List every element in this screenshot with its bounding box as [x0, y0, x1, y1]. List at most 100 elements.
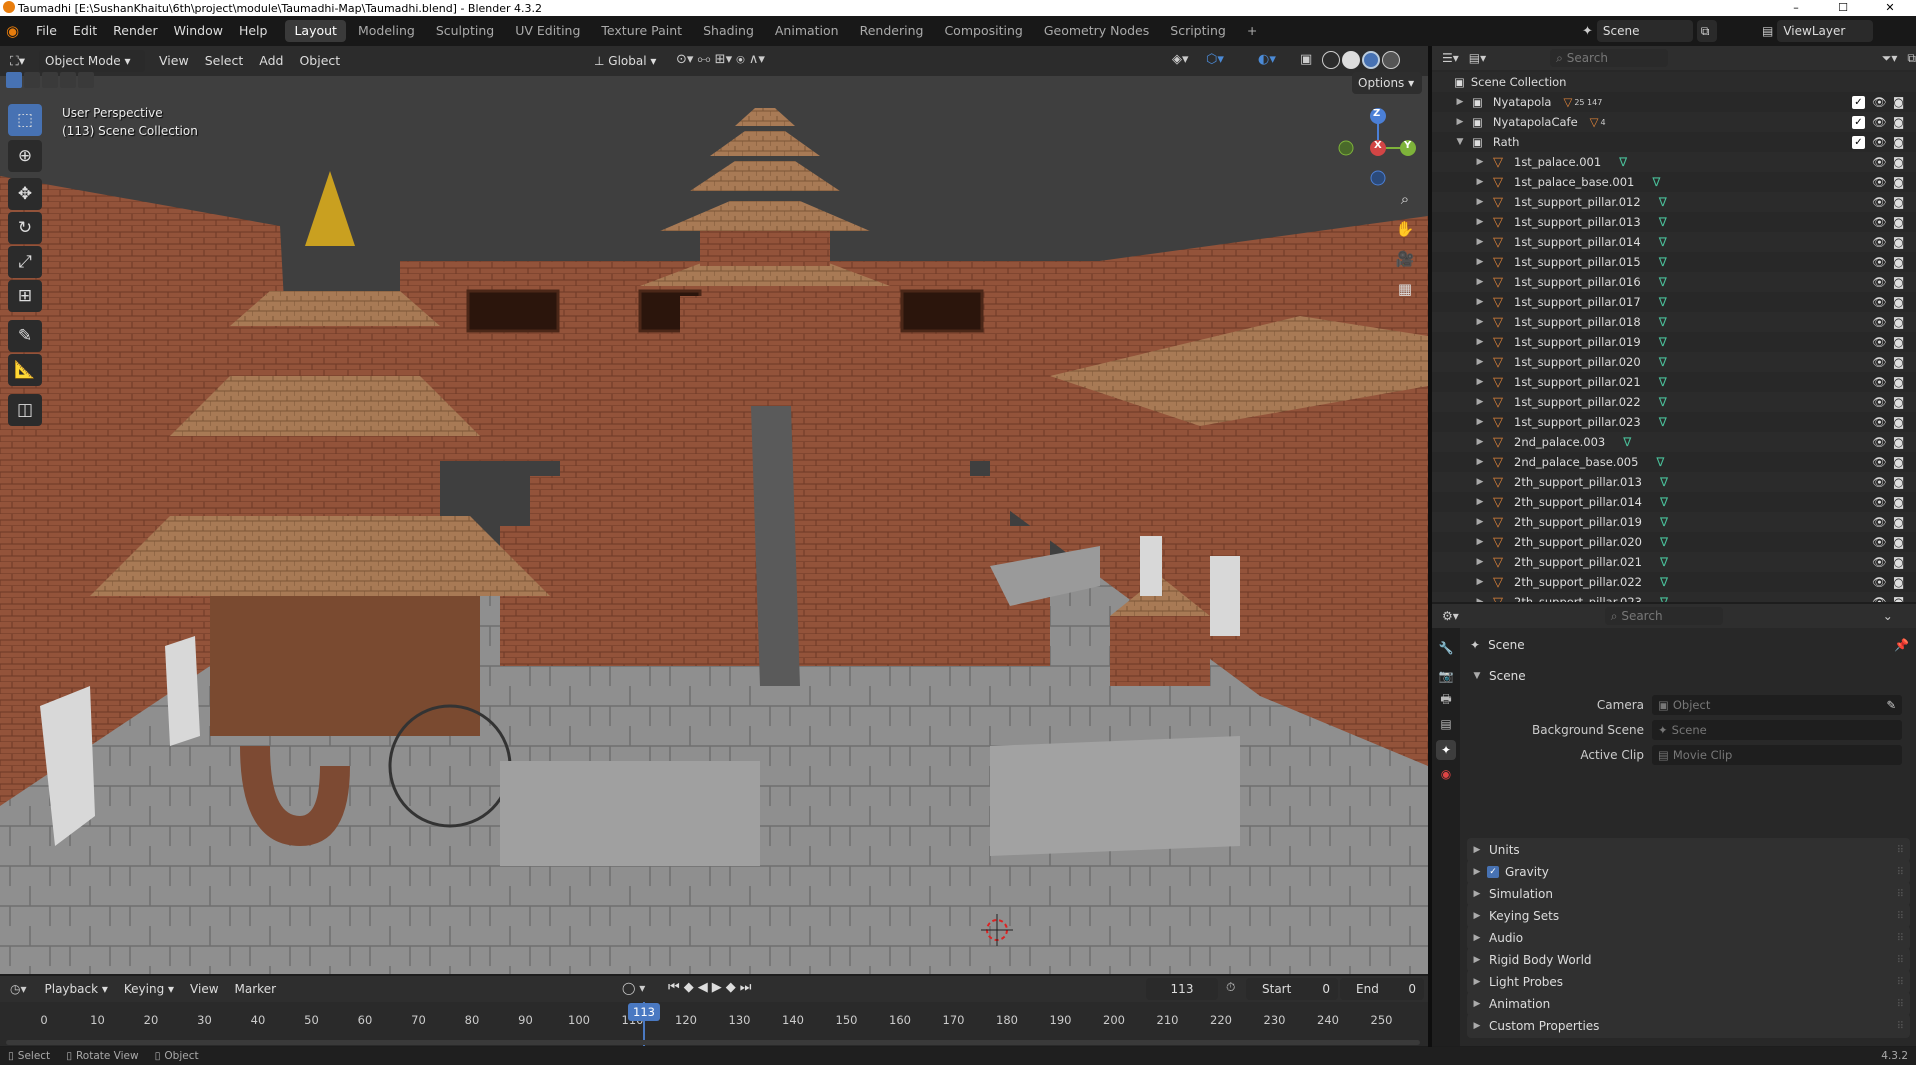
menu-add[interactable]: Add — [251, 46, 291, 76]
camera-icon[interactable]: ◙ — [1893, 575, 1904, 589]
eye-icon[interactable]: 👁 — [1872, 575, 1887, 589]
camera-icon[interactable]: ◙ — [1893, 175, 1904, 189]
tab-layout[interactable]: Layout — [285, 20, 346, 42]
camera-icon[interactable]: ◙ — [1893, 515, 1904, 529]
panel-gravity[interactable]: ▶ ✓ Gravity ⠿ — [1467, 860, 1910, 884]
select-invert-icon[interactable] — [60, 72, 76, 88]
transform-orientation-dropdown[interactable]: ⊥ Global ▾ — [588, 50, 668, 72]
navigation-gizmo[interactable]: Z X Y — [1330, 102, 1420, 192]
outliner-object-row[interactable]: ▶ ▽ 1st_support_pillar.016 ∇ 👁 ◙ — [1432, 272, 1916, 292]
options-chevron-icon[interactable]: ⌄ — [1883, 609, 1893, 623]
outliner-object-row[interactable]: ▶ ▽ 2th_support_pillar.013 ∇ 👁 ◙ — [1432, 472, 1916, 492]
active-clip-field[interactable]: ▤ Movie Clip — [1652, 745, 1902, 765]
outliner-object-row[interactable]: ▶ ▽ 2th_support_pillar.014 ∇ 👁 ◙ — [1432, 492, 1916, 512]
drag-handle-icon[interactable]: ⠿ — [1897, 1021, 1904, 1032]
panel-animation[interactable]: ▶ Animation ⠿ — [1467, 992, 1910, 1016]
eye-icon[interactable]: 👁 — [1872, 315, 1887, 329]
camera-icon[interactable]: ◙ — [1893, 235, 1904, 249]
menu-render[interactable]: Render — [105, 16, 166, 46]
expand-arrow-icon[interactable]: ▶ — [1474, 177, 1486, 187]
solid-shading-icon[interactable] — [1342, 51, 1360, 69]
outliner-object-row[interactable]: ▶ ▽ 1st_support_pillar.012 ∇ 👁 ◙ — [1432, 192, 1916, 212]
render-tab-icon[interactable]: 📷 — [1436, 666, 1456, 686]
outliner-object-row[interactable]: ▶ ▽ 2nd_palace.003 ∇ 👁 ◙ — [1432, 432, 1916, 452]
camera-icon[interactable]: ◙ — [1893, 475, 1904, 489]
exclude-checkbox[interactable]: ✓ — [1852, 135, 1865, 149]
camera-icon[interactable]: ◙ — [1893, 315, 1904, 329]
expand-arrow-icon[interactable]: ▶ — [1474, 257, 1486, 267]
menu-object[interactable]: Object — [291, 46, 348, 76]
outliner-object-row[interactable]: ▶ ▽ 2th_support_pillar.022 ∇ 👁 ◙ — [1432, 572, 1916, 592]
camera-icon[interactable]: ◙ — [1893, 435, 1904, 449]
expand-arrow-icon[interactable]: ▶ — [1474, 577, 1486, 587]
camera-icon[interactable]: ◙ — [1893, 155, 1904, 169]
expand-arrow-icon[interactable]: ▶ — [1474, 277, 1486, 287]
camera-icon[interactable]: ◙ — [1893, 395, 1904, 409]
drag-handle-icon[interactable]: ⠿ — [1897, 999, 1904, 1010]
panel-rigid-body-world[interactable]: ▶ Rigid Body World ⠿ — [1467, 948, 1910, 972]
camera-icon[interactable]: ◙ — [1893, 555, 1904, 569]
outliner-object-row[interactable]: ▶ ▽ 1st_support_pillar.020 ∇ 👁 ◙ — [1432, 352, 1916, 372]
camera-icon[interactable]: ◙ — [1893, 595, 1904, 602]
select-intersect-icon[interactable] — [78, 72, 94, 88]
playhead-frame-badge[interactable]: 113 — [628, 1003, 660, 1021]
eye-icon[interactable]: 👁 — [1872, 435, 1887, 449]
expand-arrow-icon[interactable]: ▶ — [1474, 317, 1486, 327]
eye-icon[interactable]: 👁 — [1872, 455, 1887, 469]
expand-arrow-icon[interactable]: ▶ — [1474, 357, 1486, 367]
expand-arrow-icon[interactable]: ▶ — [1474, 597, 1486, 602]
minimize-button[interactable]: – — [1776, 0, 1816, 16]
camera-icon[interactable]: ◙ — [1893, 455, 1904, 469]
menu-window[interactable]: Window — [166, 16, 231, 46]
eye-icon[interactable]: 👁 — [1872, 515, 1887, 529]
eye-icon[interactable]: 👁 — [1872, 555, 1887, 569]
tab-geometry-nodes[interactable]: Geometry Nodes — [1035, 20, 1158, 42]
outliner-object-row[interactable]: ▶ ▽ 1st_support_pillar.019 ∇ 👁 ◙ — [1432, 332, 1916, 352]
panel-audio[interactable]: ▶ Audio ⠿ — [1467, 926, 1910, 950]
filter-icon[interactable]: ⏷▾ — [1882, 51, 1898, 66]
visibility-icon[interactable]: ◈▾ — [1172, 52, 1189, 67]
panel-simulation[interactable]: ▶ Simulation ⠿ — [1467, 882, 1910, 906]
outliner-editor-icon[interactable]: ☰▾ — [1442, 51, 1459, 65]
outliner-object-row[interactable]: ▶ ▽ 1st_support_pillar.014 ∇ 👁 ◙ — [1432, 232, 1916, 252]
3d-viewport[interactable]: ⛶▾ Object Mode ▾ View Select Add Object … — [0, 46, 1428, 974]
outliner-object-row[interactable]: ▶ ▽ 1st_support_pillar.021 ∇ 👁 ◙ — [1432, 372, 1916, 392]
tab-texture-paint[interactable]: Texture Paint — [592, 20, 691, 42]
expand-arrow-icon[interactable]: ▶ — [1474, 217, 1486, 227]
expand-arrow-icon[interactable]: ▶ — [1474, 237, 1486, 247]
viewport-scene-render[interactable] — [0, 46, 1428, 974]
maximize-button[interactable]: ☐ — [1823, 0, 1863, 16]
zoom-icon[interactable]: ⌕ — [1391, 185, 1419, 213]
outliner-object-row[interactable]: ▶ ▽ 1st_support_pillar.017 ∇ 👁 ◙ — [1432, 292, 1916, 312]
eye-icon[interactable]: 👁 — [1872, 295, 1887, 309]
camera-icon[interactable]: ◙ — [1893, 135, 1904, 149]
overlay-toggle-icon[interactable]: ◐▾ — [1258, 52, 1276, 67]
drag-handle-icon[interactable]: ⠿ — [1897, 867, 1904, 878]
camera-view-icon[interactable]: 🎥 — [1391, 245, 1419, 273]
eye-icon[interactable]: 👁 — [1872, 95, 1887, 109]
eye-icon[interactable]: 👁 — [1872, 115, 1887, 129]
eye-icon[interactable]: 👁 — [1872, 415, 1887, 429]
expand-arrow-icon[interactable]: ▶ — [1474, 297, 1486, 307]
outliner-search-input[interactable]: ⌕ Search — [1550, 49, 1668, 67]
scene-collection-row[interactable]: ▣ Scene Collection — [1432, 72, 1916, 92]
expand-arrow-icon[interactable]: ▶ — [1454, 117, 1466, 127]
select-extend-icon[interactable] — [24, 72, 40, 88]
drag-handle-icon[interactable]: ⠿ — [1897, 845, 1904, 856]
expand-arrow-icon[interactable]: ▶ — [1474, 537, 1486, 547]
frame-ruler[interactable]: 0102030405060708090100110120130140150160… — [0, 976, 1428, 1046]
blender-menu-icon[interactable]: ◉ — [6, 22, 28, 40]
scene-section-header[interactable]: ▼ Scene — [1467, 664, 1910, 688]
eye-icon[interactable]: 👁 — [1872, 335, 1887, 349]
eye-icon[interactable]: 👁 — [1872, 355, 1887, 369]
camera-icon[interactable]: ◙ — [1893, 295, 1904, 309]
grid-perspective-icon[interactable]: ▦ — [1391, 275, 1419, 303]
collection-row[interactable]: ▶ ▣ NyatapolaCafe ▽ 4 ✓ 👁 ◙ — [1432, 112, 1916, 132]
outliner-object-row[interactable]: ▶ ▽ 1st_support_pillar.018 ∇ 👁 ◙ — [1432, 312, 1916, 332]
camera-icon[interactable]: ◙ — [1893, 535, 1904, 549]
eye-icon[interactable]: 👁 — [1872, 235, 1887, 249]
panel-keying-sets[interactable]: ▶ Keying Sets ⠿ — [1467, 904, 1910, 928]
camera-icon[interactable]: ◙ — [1893, 415, 1904, 429]
eye-icon[interactable]: 👁 — [1872, 595, 1887, 602]
properties-search-input[interactable]: ⌕ Search — [1604, 607, 1723, 625]
